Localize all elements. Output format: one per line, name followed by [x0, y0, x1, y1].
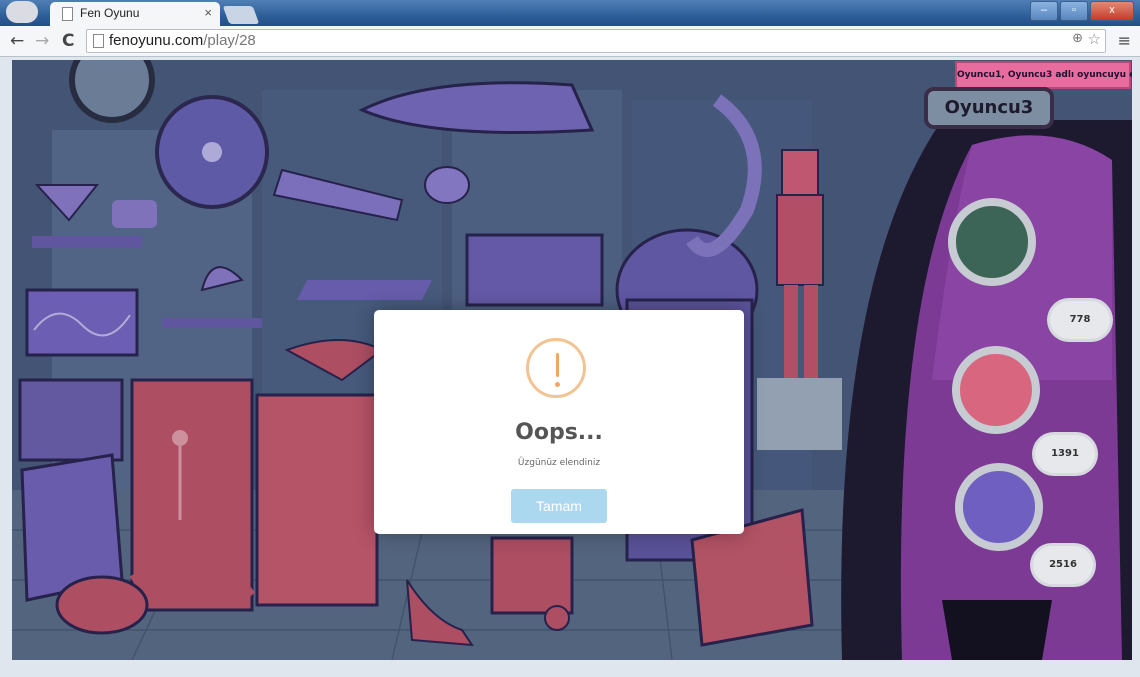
elimination-notification: Oyuncu1, Oyuncu3 adlı oyuncuyu eledi: [955, 61, 1132, 89]
game-canvas[interactable]: Oyuncu1, Oyuncu3 adlı oyuncuyu eledi Oyu…: [12, 60, 1132, 660]
browser-titlebar: Fen Oyunu × – ▫ x: [0, 0, 1140, 26]
tab-title: Fen Oyunu: [80, 6, 140, 20]
window-controls: – ▫ x: [1030, 1, 1134, 21]
warning-icon: [526, 338, 586, 398]
minimize-button[interactable]: –: [1030, 1, 1058, 21]
url-host: fenoyunu.com: [109, 32, 204, 49]
warning-bar: [556, 353, 559, 377]
new-tab-button[interactable]: [222, 6, 260, 24]
tab-close-icon[interactable]: ×: [204, 5, 212, 20]
forward-icon[interactable]: →: [35, 31, 49, 51]
warning-dot: [555, 382, 560, 387]
page-icon: [93, 34, 104, 48]
page-icon: [62, 7, 73, 21]
zoom-icon[interactable]: ⊕: [1072, 31, 1083, 46]
player-avatar-2: [952, 346, 1040, 434]
reload-icon[interactable]: C: [62, 31, 74, 51]
maximize-button[interactable]: ▫: [1060, 1, 1088, 21]
elimination-dialog: Oops... Üzgünüz elendiniz Tamam: [374, 310, 744, 534]
browser-toolbar: ← → C fenoyunu.com/play/28 ⊕ ☆ ≡: [0, 26, 1140, 57]
player-avatar-1: [948, 198, 1036, 286]
bookmark-star-icon[interactable]: ☆: [1088, 30, 1101, 48]
url-text[interactable]: fenoyunu.com/play/28: [109, 32, 256, 49]
dialog-title: Oops...: [515, 420, 603, 445]
score-bubble-3: 2516: [1033, 546, 1093, 584]
ok-button[interactable]: Tamam: [511, 489, 607, 523]
current-player-tag: Oyuncu3: [924, 87, 1054, 129]
dialog-message: Üzgünüz elendiniz: [517, 458, 601, 468]
address-bar[interactable]: fenoyunu.com/play/28 ⊕ ☆: [86, 29, 1106, 53]
score-bubble-2: 1391: [1035, 435, 1095, 473]
back-icon[interactable]: ←: [10, 31, 24, 51]
close-window-button[interactable]: x: [1090, 1, 1134, 21]
browser-menu-icon[interactable]: ≡: [1118, 31, 1131, 50]
url-path: /play/28: [203, 32, 256, 49]
browser-tab[interactable]: Fen Oyunu ×: [50, 2, 220, 26]
score-bubble-1: 778: [1050, 301, 1110, 339]
incognito-icon: [6, 1, 38, 23]
player-avatar-3: [955, 463, 1043, 551]
